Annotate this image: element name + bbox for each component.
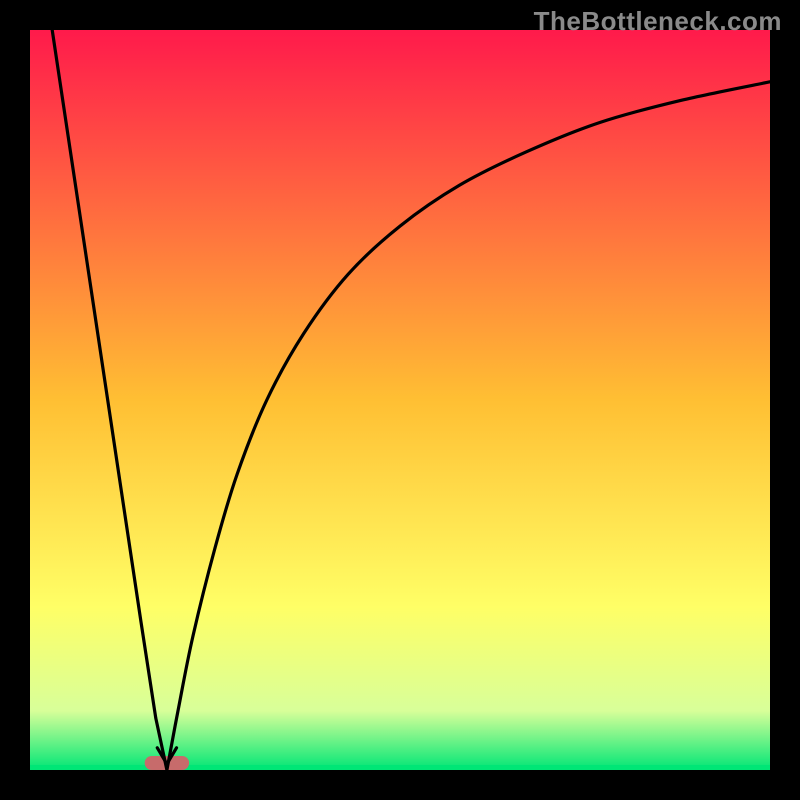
chart-frame: TheBottleneck.com (0, 0, 800, 800)
baseline-green (30, 765, 770, 770)
watermark-text: TheBottleneck.com (534, 6, 782, 37)
plot-background (30, 30, 770, 770)
bottleneck-chart (0, 0, 800, 800)
